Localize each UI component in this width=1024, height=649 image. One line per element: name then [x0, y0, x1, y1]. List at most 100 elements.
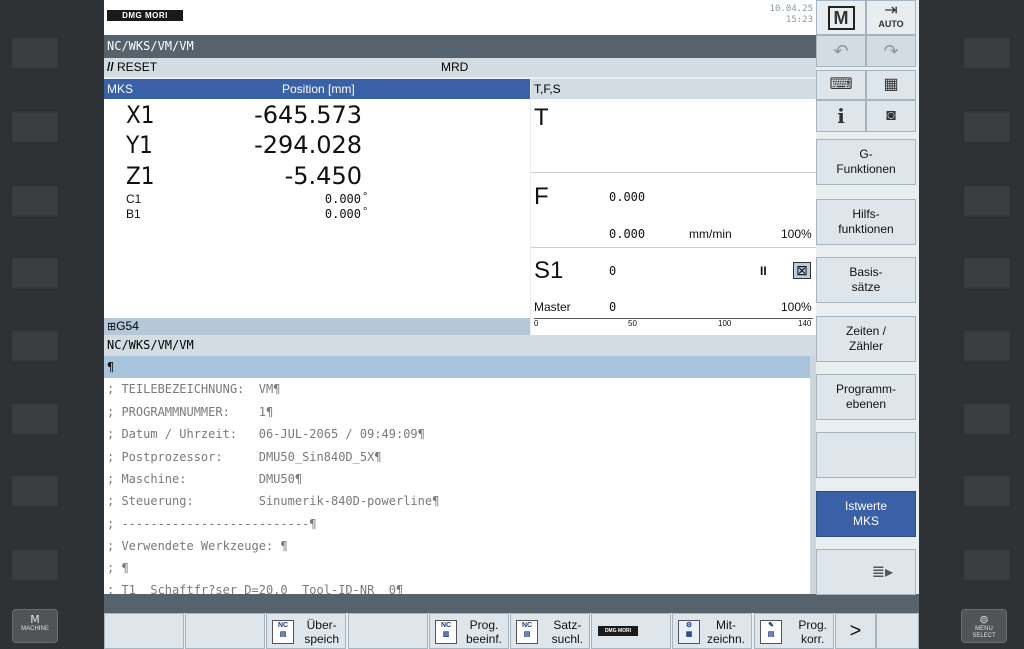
undo-button[interactable]: ↶	[816, 35, 866, 67]
feed-actual: 0.000	[609, 227, 646, 241]
machine-icon: M	[827, 6, 855, 30]
position-header: MKS Position [mm]	[104, 79, 530, 99]
left-bezel: M MACHINE	[0, 0, 104, 649]
bezel-key[interactable]	[10, 36, 60, 70]
bezel-key[interactable]	[962, 548, 1012, 582]
softkey-istwerte-mks[interactable]: Istwerte MKS	[816, 491, 916, 537]
softkey-programmebenen[interactable]: Programm- ebenen	[816, 374, 916, 420]
program-line[interactable]: ; TEILEBEZEICHNUNG: VM¶	[107, 378, 280, 400]
spindle-label: S1	[534, 257, 564, 284]
spindle-override: 100%	[781, 300, 812, 314]
program-line[interactable]: ; Datum / Uhrzeit: 06-JUL-2065 / 09:49:0…	[107, 423, 425, 445]
master-value: 0	[609, 300, 617, 314]
axis-unit: °	[363, 206, 368, 218]
softkey-empty[interactable]	[816, 432, 916, 478]
program-line[interactable]: ; Postprozessor: DMU50_Sin840D_5X¶	[107, 446, 382, 468]
tfs-header: T,F,S	[531, 79, 816, 99]
feed-label: F	[534, 183, 549, 210]
hsoft-empty-2[interactable]	[185, 613, 265, 649]
block-search-icon: NC ▤	[516, 620, 538, 644]
redo-icon: ↷	[883, 41, 899, 61]
hsoft-empty-3[interactable]	[348, 613, 428, 649]
hsoft-ueberspeich[interactable]: NC ▤ Über- speich	[266, 613, 346, 649]
dmg-mori-logo: DMG MORI	[107, 10, 183, 21]
bezel-key[interactable]	[962, 256, 1012, 290]
program-line[interactable]: ; Verwendete Werkzeuge: ¶	[107, 535, 288, 557]
top-bar: DMG MORI 10.04.25 15:23	[104, 0, 816, 35]
keyboard-button[interactable]: ⌨	[816, 70, 866, 100]
position-panel: X1 -645.573 Y1 -294.028 Z1 -5.450 C1 0.0…	[104, 99, 530, 318]
hsoft-dmg-mori[interactable]: DMG MORI	[591, 613, 671, 649]
program-control-icon: NC ▥	[435, 620, 457, 644]
axis-value: 0.000	[324, 207, 361, 221]
auto-mode-button[interactable]: ⇥ AUTO	[866, 0, 916, 35]
program-line[interactable]: ; T1 Schaftfr?ser D=20.0 Tool-ID-NR 0¶	[107, 579, 403, 594]
calculator-icon: ▦	[883, 76, 899, 93]
axis-value: -5.450	[284, 162, 362, 190]
bezel-key[interactable]	[962, 402, 1012, 436]
info-icon: i	[837, 104, 845, 128]
hsoft-empty-4[interactable]	[876, 613, 919, 649]
keyboard-icon: ⌨	[829, 76, 853, 93]
list-more-icon: ≣▸	[871, 563, 893, 581]
program-path-bar: NC/WKS/VM/VM	[104, 35, 816, 58]
program-line[interactable]: ; PROGRAMMNUMMER: 1¶	[107, 401, 273, 423]
calculator-button[interactable]: ▦	[866, 70, 916, 100]
simulation-icon: ⚙ ▦	[678, 620, 700, 644]
feed-unit: mm/min	[689, 227, 732, 241]
machine-key[interactable]: M MACHINE	[12, 609, 58, 643]
dmg-mori-logo: DMG MORI	[598, 626, 638, 636]
bezel-key[interactable]	[10, 474, 60, 508]
bezel-key[interactable]	[962, 329, 1012, 363]
program-line[interactable]: ; --------------------------¶	[107, 513, 317, 535]
scale-tick: 140	[798, 319, 812, 328]
program-editor[interactable]: ¶ ; TEILEBEZEICHNUNG: VM¶ ; PROGRAMMNUMM…	[104, 356, 816, 594]
bezel-key[interactable]	[10, 329, 60, 363]
program-line[interactable]: ¶	[104, 356, 810, 378]
softkey-zeiten-zaehler[interactable]: Zeiten / Zähler	[816, 316, 916, 362]
softkey-more-vertical[interactable]: ≣▸	[816, 549, 916, 595]
bezel-key[interactable]	[10, 110, 60, 144]
hsoft-prog-korr[interactable]: ✎ ▤ Prog. korr.	[754, 613, 834, 649]
softkey-hilfsfunktionen[interactable]: Hilfs- funktionen	[816, 199, 916, 245]
axis-unit: °	[363, 191, 368, 203]
feed-value: 0.000	[609, 190, 646, 204]
machine-mode-button[interactable]: M	[816, 0, 866, 35]
bezel-key[interactable]	[10, 402, 60, 436]
axis-value: 0.000	[324, 192, 361, 206]
bezel-key[interactable]	[962, 474, 1012, 508]
info-button[interactable]: i	[816, 100, 866, 132]
tfs-panel: T F 0.000 0.000 mm/min 100% S1 0 II ⊠ Ma…	[531, 99, 816, 335]
work-offset-bar: ⊞G54	[104, 318, 530, 335]
menu-select-key[interactable]: ⊜ MENU SELECT	[961, 609, 1007, 643]
screenshot-button[interactable]: ◙	[866, 100, 916, 132]
program-line[interactable]: ; Steuerung: Sinumerik-840D-powerline¶	[107, 490, 439, 512]
camera-icon: ◙	[886, 107, 896, 124]
hsoft-satzsuchl[interactable]: NC ▤ Satz- suchl.	[510, 613, 590, 649]
program-correction-icon: ✎ ▤	[760, 620, 782, 644]
bezel-key[interactable]	[10, 184, 60, 218]
softkey-basissaetze[interactable]: Basis- sätze	[816, 257, 916, 303]
bezel-key[interactable]	[10, 548, 60, 582]
hsoft-more-button[interactable]: >	[835, 613, 876, 649]
bezel-key[interactable]	[962, 184, 1012, 218]
program-line[interactable]: ; Maschine: DMU50¶	[107, 468, 302, 490]
program-line[interactable]: ; ¶	[107, 557, 129, 579]
spindle-scale: 0 50 100 140	[534, 318, 813, 333]
hsoft-prog-beeinf[interactable]: NC ▥ Prog. beeinf.	[429, 613, 509, 649]
divider	[531, 172, 816, 173]
softkey-g-funktionen[interactable]: G- Funktionen	[816, 139, 916, 185]
auto-arrow-icon: ⇥	[884, 2, 898, 19]
bezel-key[interactable]	[962, 36, 1012, 70]
axis-value: -645.573	[254, 101, 362, 129]
bezel-key[interactable]	[10, 256, 60, 290]
hsoft-empty-1[interactable]	[104, 613, 184, 649]
scale-tick: 0	[534, 319, 539, 328]
spindle-stop-icon: ⊠	[793, 262, 811, 279]
redo-button[interactable]: ↷	[866, 35, 916, 67]
program-editor-path: NC/WKS/VM/VM	[104, 335, 816, 356]
bezel-key[interactable]	[962, 110, 1012, 144]
hsoft-mitzeichn[interactable]: ⚙ ▦ Mit- zeichn.	[672, 613, 752, 649]
spindle-state: II	[760, 264, 767, 278]
axis-value: -294.028	[254, 131, 362, 159]
